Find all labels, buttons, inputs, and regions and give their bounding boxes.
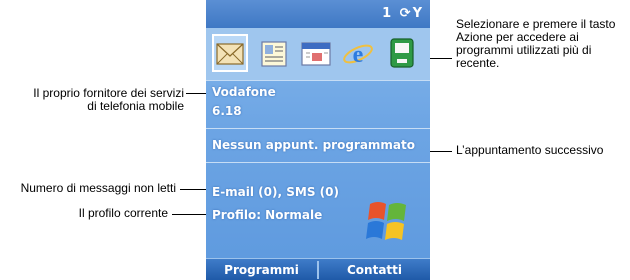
divider — [206, 162, 430, 163]
phone-icon[interactable] — [384, 34, 420, 72]
leader-line — [430, 151, 452, 152]
unread-callout-text: Numero di messaggi non letti — [20, 181, 176, 195]
leader-line — [186, 93, 206, 94]
recent-programs-callout: Selezionare e premere il tasto Azione pe… — [456, 18, 628, 70]
clock-time: 6.18 — [212, 104, 242, 118]
leader-line — [172, 214, 206, 215]
divider — [206, 128, 430, 129]
profile-callout-text: Il profilo corrente — [78, 206, 168, 220]
programs-softkey[interactable]: Programmi — [206, 259, 317, 280]
operator-name[interactable]: Vodafone — [212, 85, 276, 99]
contacts-softkey[interactable]: Contatti — [319, 259, 430, 280]
appointment-callout: L’appuntamento successivo — [456, 144, 628, 157]
calendar-icon[interactable] — [298, 34, 334, 72]
recent-programs-callout-text: Selezionare e premere il tasto Azione pe… — [456, 17, 616, 70]
windows-logo — [366, 196, 412, 248]
next-appointment[interactable]: Nessun appunt. programmato — [212, 138, 415, 152]
softkey-bar: Programmi Contatti — [206, 258, 430, 280]
internet-explorer-icon[interactable]: e — [340, 34, 376, 72]
message-counts[interactable]: E-mail (0), SMS (0) — [212, 185, 339, 199]
unread-callout: Numero di messaggi non letti — [0, 182, 176, 195]
profile-callout: Il profilo corrente — [0, 207, 168, 220]
home-screen: 1 ⟳Y e Vodafone 6.18 Nessun appunt. prog… — [206, 0, 430, 280]
current-profile[interactable]: Profilo: Normale — [212, 208, 322, 222]
status-indicators: 1 ⟳Y — [382, 6, 424, 21]
svg-text:e: e — [353, 42, 364, 68]
leader-line — [180, 189, 206, 190]
status-bar: 1 ⟳Y — [206, 0, 430, 28]
appointment-callout-text: L’appuntamento successivo — [456, 143, 604, 157]
operator-callout: Il proprio fornitore dei servizi di tele… — [0, 87, 184, 113]
envelope-icon[interactable] — [212, 34, 248, 72]
recent-programs-bar: e — [206, 28, 430, 80]
contacts-card-icon[interactable] — [256, 34, 292, 72]
leader-line — [430, 58, 452, 59]
divider — [206, 80, 430, 81]
operator-callout-text: Il proprio fornitore dei servizi di tele… — [33, 86, 184, 113]
